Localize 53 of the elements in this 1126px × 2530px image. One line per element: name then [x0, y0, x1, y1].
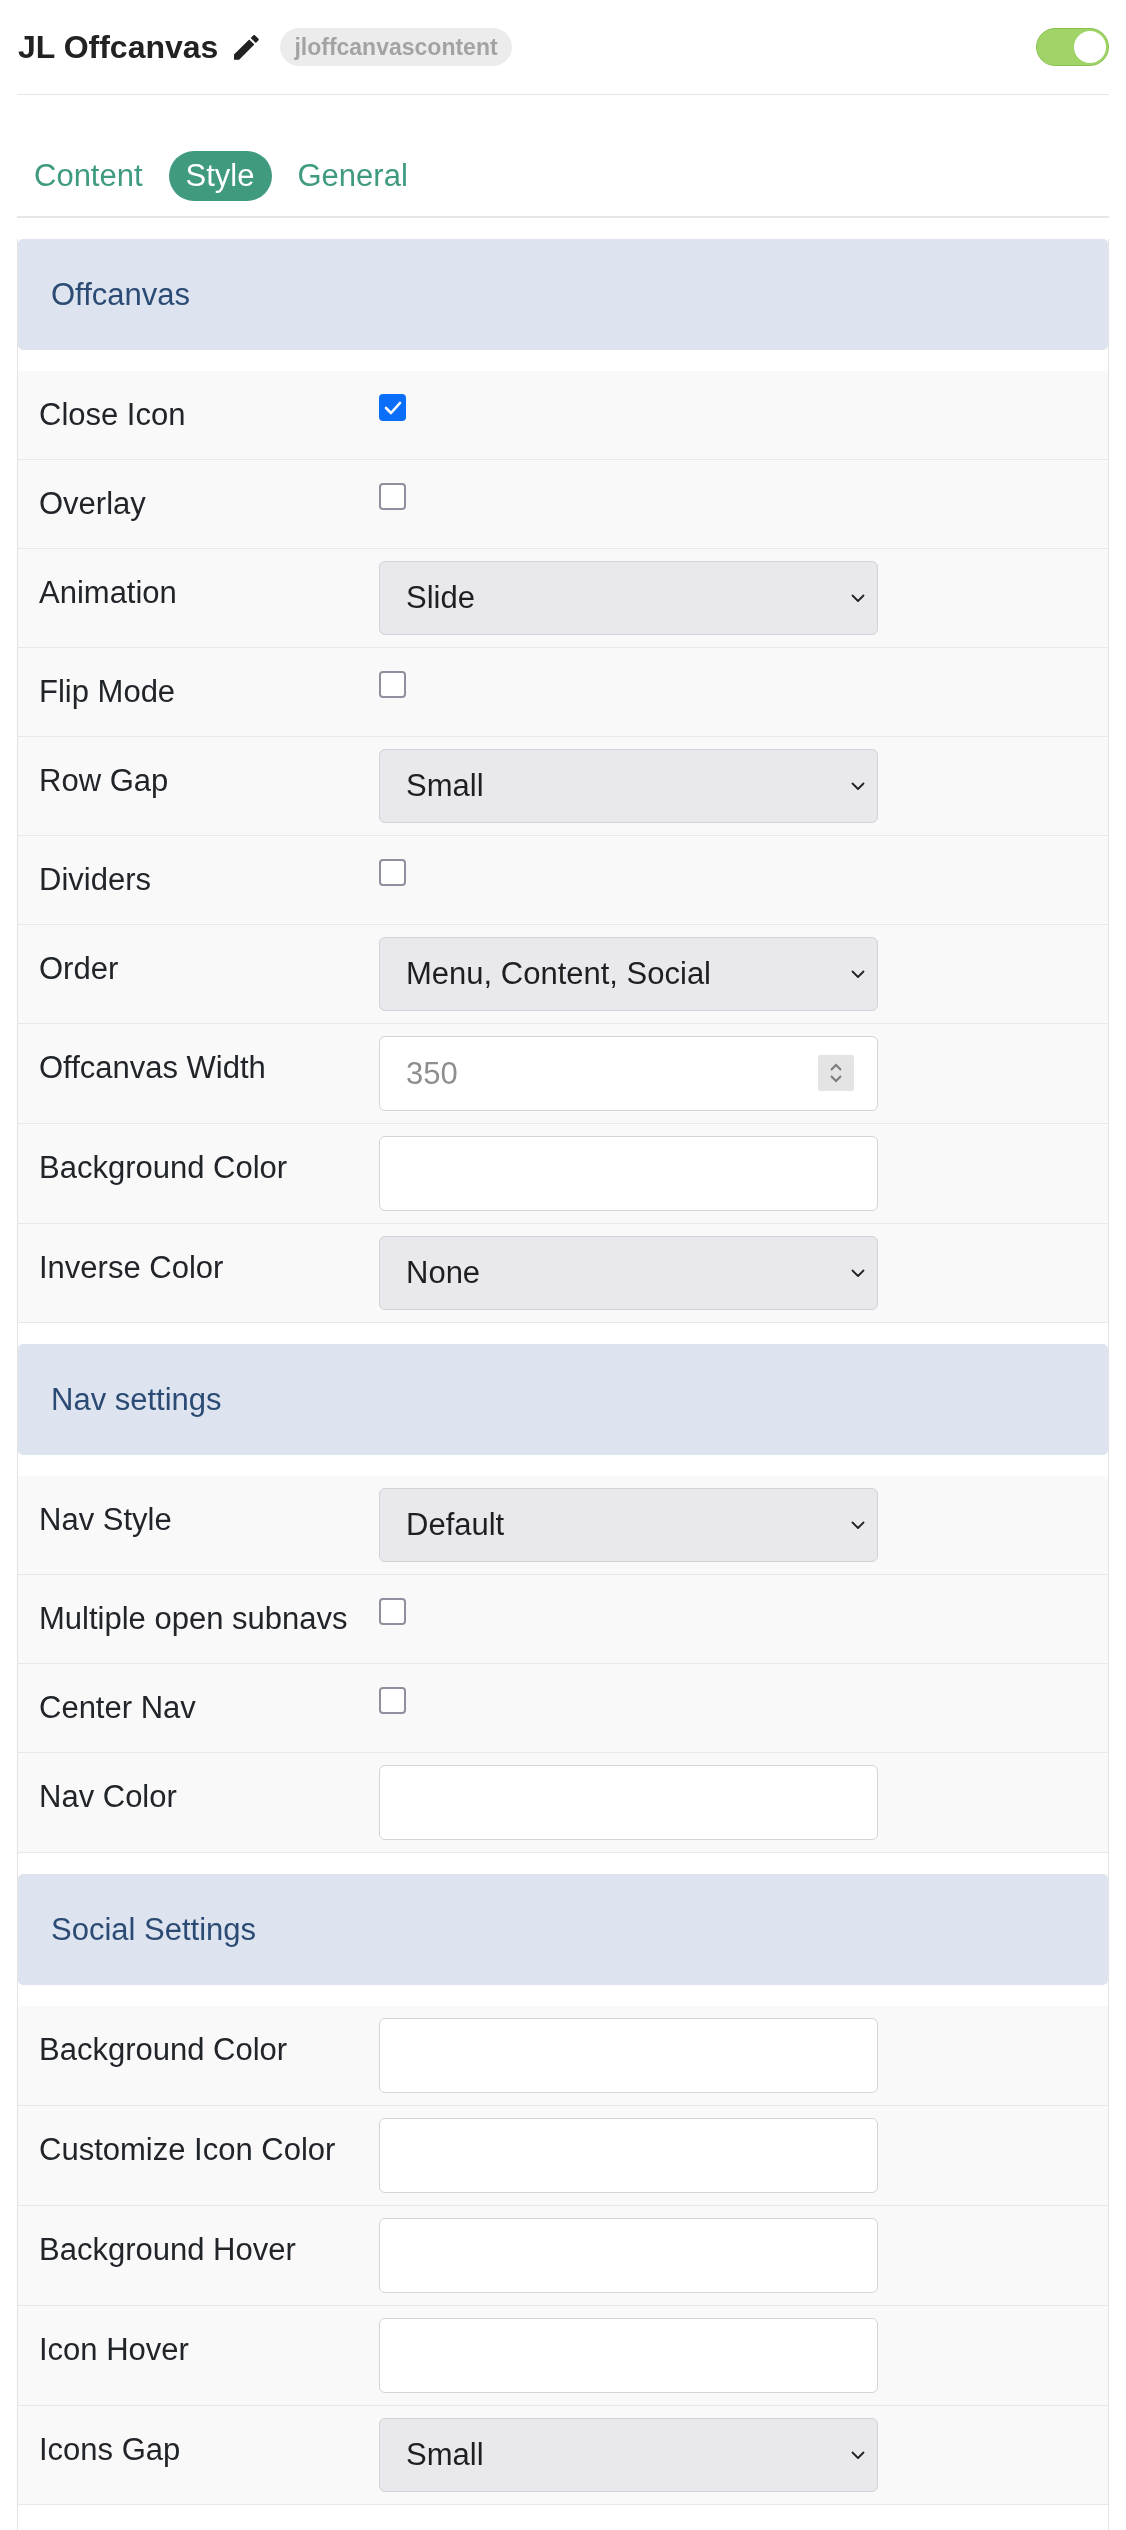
field-label: Overlay	[39, 485, 147, 523]
field-label: Background Hover	[39, 2231, 297, 2269]
field-label: Multiple open subnavs	[39, 1600, 349, 1638]
field-label: Icons Gap	[39, 2431, 182, 2469]
checkbox[interactable]	[379, 671, 406, 698]
field-label: Offcanvas Width	[39, 1049, 267, 1087]
chevron-down-icon	[851, 1520, 865, 1530]
field-label: Icon Hover	[39, 2331, 190, 2369]
chevron-down-icon	[851, 1268, 865, 1278]
select-dropdown[interactable]: Slide	[379, 561, 878, 635]
field-label: Row Gap	[39, 762, 170, 800]
field-label: Background Color	[39, 2031, 289, 2069]
toggle-switch[interactable]	[1036, 28, 1109, 66]
section-header: Social Settings	[18, 1874, 1108, 1985]
select-dropdown[interactable]: Small	[379, 2418, 878, 2492]
field-label: Background Color	[39, 1149, 289, 1187]
chevron-down-icon	[851, 969, 865, 979]
section-header: Nav settings	[18, 1344, 1108, 1455]
id-badge: jloffcanvascontent	[280, 28, 512, 66]
checkbox[interactable]	[379, 859, 406, 886]
number-field[interactable]: 350	[379, 1036, 878, 1111]
field-label: Close Icon	[39, 396, 187, 434]
field-label: Dividers	[39, 861, 152, 899]
chevron-down-icon	[851, 2450, 865, 2460]
input-field[interactable]	[379, 2318, 878, 2393]
select-dropdown[interactable]: Menu, Content, Social	[379, 937, 878, 1011]
select-dropdown[interactable]: Default	[379, 1488, 878, 1562]
input-field[interactable]	[379, 2118, 878, 2193]
checkbox[interactable]	[379, 394, 406, 421]
field-label: Order	[39, 950, 120, 988]
select-dropdown[interactable]: None	[379, 1236, 878, 1310]
input-field[interactable]	[379, 1765, 878, 1840]
checkbox[interactable]	[379, 1598, 406, 1625]
input-field[interactable]	[379, 2218, 878, 2293]
field-label: Nav Style	[39, 1501, 173, 1539]
field-label: Customize Icon Color	[39, 2131, 337, 2169]
chevron-down-icon	[851, 781, 865, 791]
page-title: JL Offcanvas	[18, 28, 219, 66]
field-label: Inverse Color	[39, 1249, 225, 1287]
checkbox[interactable]	[379, 483, 406, 510]
field-label: Animation	[39, 574, 178, 612]
field-label: Nav Color	[39, 1778, 178, 1816]
select-dropdown[interactable]: Small	[379, 749, 878, 823]
input-field[interactable]	[379, 1136, 878, 1211]
chevron-down-icon	[851, 593, 865, 603]
checkmark-icon	[383, 400, 402, 415]
pencil-icon[interactable]	[234, 34, 260, 60]
field-label: Flip Mode	[39, 673, 177, 711]
field-label: Center Nav	[39, 1689, 197, 1727]
input-field[interactable]	[379, 2018, 878, 2093]
section-header: Offcanvas	[18, 239, 1108, 350]
checkbox[interactable]	[379, 1687, 406, 1714]
spinner-icon[interactable]	[818, 1055, 854, 1091]
